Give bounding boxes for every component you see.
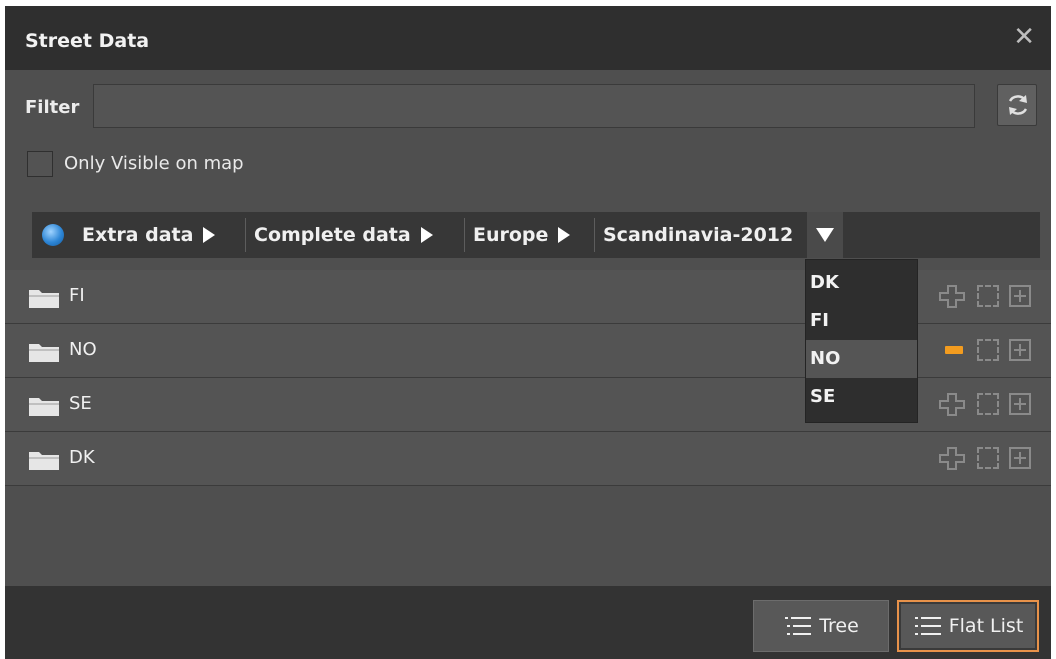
dropdown-option-no[interactable]: NO xyxy=(806,340,917,378)
folder-icon xyxy=(29,290,59,308)
row-actions xyxy=(939,284,1039,308)
tree-button-label: Tree xyxy=(819,615,859,637)
expand-icon[interactable] xyxy=(1009,447,1031,469)
select-area-icon[interactable] xyxy=(977,285,999,307)
breadcrumb-separator xyxy=(594,218,595,252)
dropdown-option-dk[interactable]: DK xyxy=(806,264,917,302)
row-actions xyxy=(939,338,1039,362)
select-area-icon[interactable] xyxy=(977,447,999,469)
filter-label: Filter xyxy=(25,97,80,118)
breadcrumb-label: Complete data xyxy=(254,224,411,246)
add-icon[interactable] xyxy=(939,446,967,470)
only-visible-checkbox[interactable] xyxy=(27,151,53,177)
expand-icon[interactable] xyxy=(1009,339,1031,361)
folder-icon xyxy=(29,344,59,362)
window-title: Street Data xyxy=(25,30,150,52)
flat-list-view-button[interactable]: Flat List xyxy=(897,600,1039,652)
chevron-right-icon[interactable] xyxy=(558,227,571,243)
add-icon[interactable] xyxy=(939,392,967,416)
only-visible-label: Only Visible on map xyxy=(64,153,244,174)
tree-list-icon xyxy=(785,617,812,635)
breadcrumb-dropdown-toggle[interactable] xyxy=(807,212,843,258)
remove-icon[interactable] xyxy=(945,346,963,354)
select-area-icon[interactable] xyxy=(977,393,999,415)
chevron-right-icon[interactable] xyxy=(420,227,433,243)
flat-list-button-label: Flat List xyxy=(948,615,1024,637)
row-name: SE xyxy=(69,393,92,414)
refresh-icon xyxy=(1008,95,1028,115)
breadcrumb-item-europe[interactable]: Europe xyxy=(473,212,571,258)
chevron-down-icon xyxy=(816,228,834,242)
add-icon[interactable] xyxy=(939,284,967,308)
filter-input[interactable] xyxy=(93,84,975,128)
row-actions xyxy=(939,392,1039,416)
row-name: FI xyxy=(69,285,85,306)
dropdown-option-se[interactable]: SE xyxy=(806,378,917,416)
select-area-icon[interactable] xyxy=(977,339,999,361)
breadcrumb-item-complete-data[interactable]: Complete data xyxy=(254,212,433,258)
folder-icon xyxy=(29,398,59,416)
row-name: NO xyxy=(69,339,97,360)
expand-icon[interactable] xyxy=(1009,285,1031,307)
breadcrumb-label: Europe xyxy=(473,224,549,246)
close-icon[interactable]: ✕ xyxy=(1013,24,1035,50)
breadcrumb-separator xyxy=(245,218,246,252)
breadcrumb-item-extra-data[interactable]: Extra data xyxy=(82,212,216,258)
list-item[interactable]: DK xyxy=(5,432,1051,486)
flat-list-icon xyxy=(914,617,941,635)
chevron-right-icon[interactable] xyxy=(203,227,216,243)
refresh-button[interactable] xyxy=(997,84,1037,126)
breadcrumb-label: Scandinavia-2012 xyxy=(603,224,794,246)
folder-icon xyxy=(29,452,59,470)
breadcrumb-item-scandinavia-2012[interactable]: Scandinavia-2012 xyxy=(603,212,793,258)
title-bar: Street Data ✕ xyxy=(5,6,1051,70)
row-actions xyxy=(939,446,1039,470)
breadcrumb-label: Extra data xyxy=(82,224,194,246)
expand-icon[interactable] xyxy=(1009,393,1031,415)
tree-view-button[interactable]: Tree xyxy=(753,600,889,652)
breadcrumb-separator xyxy=(464,218,465,252)
breadcrumb: Extra data Complete data Europe Scandina… xyxy=(32,212,1040,258)
dropdown-option-fi[interactable]: FI xyxy=(806,302,917,340)
breadcrumb-dropdown-menu: DK FI NO SE xyxy=(805,259,918,423)
globe-icon xyxy=(42,224,64,246)
street-data-window: Street Data ✕ Filter Only Visible on map… xyxy=(5,6,1051,659)
row-name: DK xyxy=(69,447,95,468)
footer-toolbar: Tree Flat List xyxy=(5,586,1051,659)
